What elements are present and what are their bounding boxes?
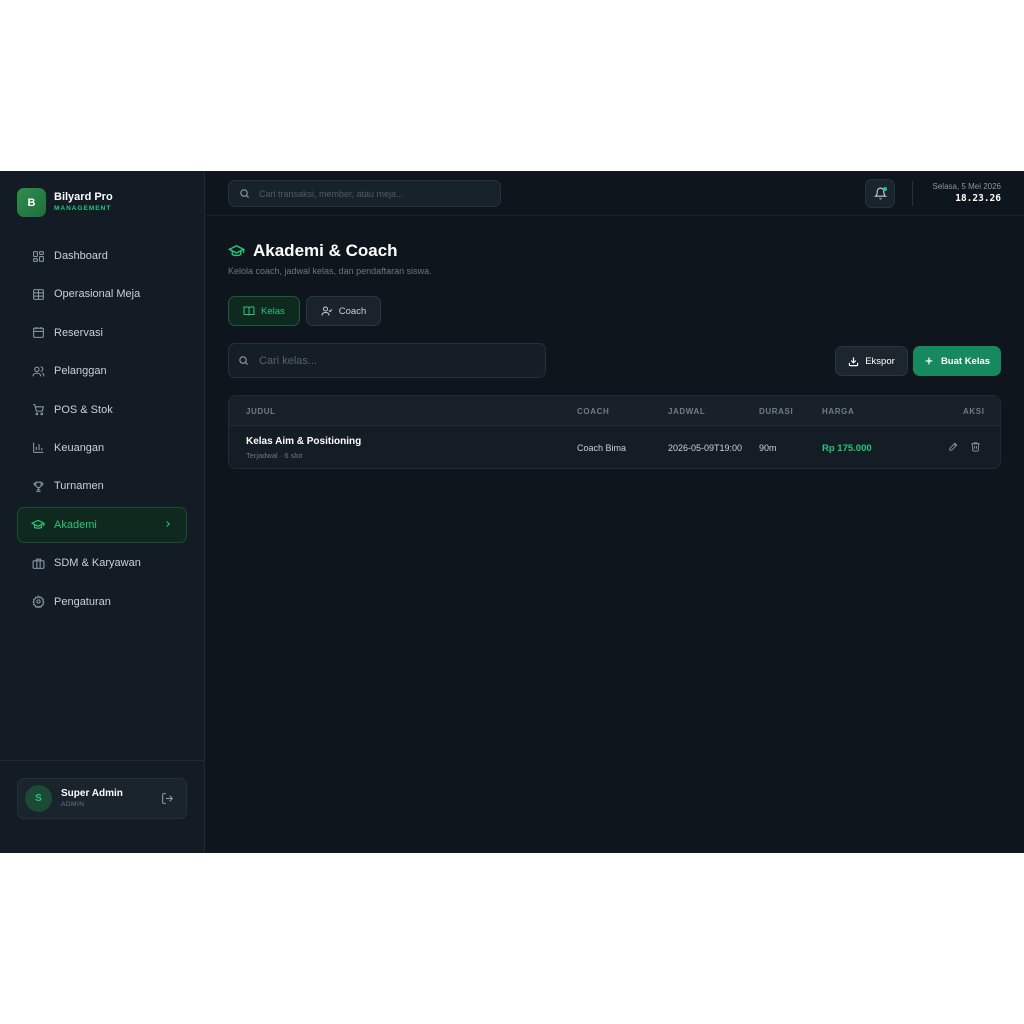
class-table: JUDUL COACH JADWAL DURASI HARGA AKSI Kel…	[228, 395, 1001, 469]
datetime: Selasa, 5 Mei 2026 18.23.26	[933, 181, 1002, 205]
current-date: Selasa, 5 Mei 2026	[932, 182, 1002, 191]
user-check-icon	[321, 305, 333, 317]
sidebar-item-label: Akademi	[54, 518, 97, 531]
class-coach: Coach Bima	[577, 443, 627, 453]
brand-logo: B	[17, 188, 46, 217]
column-header-aksi: AKSI	[963, 407, 985, 416]
global-search-input[interactable]	[259, 188, 479, 199]
sidebar-item-label: Pengaturan	[54, 595, 111, 608]
class-title: Kelas Aim & Positioning	[246, 436, 362, 447]
app-window: B Bilyard Pro MANAGEMENT Dashboard Opera…	[0, 171, 1024, 853]
sidebar-item-keuangan[interactable]: Keuangan	[17, 430, 187, 466]
class-status: Terjadwal · 6 slot	[246, 451, 303, 460]
users-icon	[31, 364, 45, 378]
topbar-divider	[912, 181, 913, 206]
user-name: Super Admin	[61, 787, 123, 799]
cart-icon	[31, 403, 45, 417]
notification-button[interactable]	[865, 179, 895, 208]
grid-icon	[31, 249, 45, 263]
sidebar-item-label: Operasional Meja	[54, 288, 141, 301]
avatar: S	[25, 785, 52, 812]
tab-label: Coach	[338, 305, 367, 317]
create-class-label: Buat Kelas	[940, 355, 991, 367]
sidebar: B Bilyard Pro MANAGEMENT Dashboard Opera…	[0, 171, 205, 853]
sidebar-footer: S Super Admin ADMIN	[0, 760, 204, 853]
column-header-coach[interactable]: COACH	[577, 407, 609, 416]
plus-icon	[924, 356, 934, 366]
calendar-icon	[31, 326, 45, 340]
graduation-cap-icon	[228, 243, 245, 260]
tab-bar: Kelas Coach	[228, 296, 387, 326]
current-time: 18.23.26	[955, 193, 1001, 204]
sidebar-item-turnamen[interactable]: Turnamen	[17, 468, 187, 504]
tab-coach[interactable]: Coach	[305, 296, 382, 326]
briefcase-icon	[31, 556, 45, 570]
export-label: Ekspor	[865, 355, 895, 367]
class-search-input[interactable]	[259, 354, 529, 367]
column-header-harga[interactable]: HARGA	[822, 407, 854, 416]
trash-icon[interactable]	[970, 441, 981, 452]
download-icon	[848, 356, 859, 367]
class-schedule: 2026-05-09T19:00	[668, 443, 743, 453]
logout-icon[interactable]	[161, 792, 174, 805]
class-price: Rp 175.000	[822, 443, 872, 454]
main-content: Selasa, 5 Mei 2026 18.23.26 Akademi & Co…	[205, 171, 1024, 853]
search-icon	[239, 188, 250, 199]
tab-label: Kelas	[261, 305, 285, 317]
sidebar-nav: Dashboard Operasional Meja Reservasi Pel…	[17, 238, 187, 622]
tab-kelas[interactable]: Kelas	[228, 296, 300, 326]
bar-chart-icon	[31, 441, 45, 455]
column-header-durasi[interactable]: DURASI	[759, 407, 793, 416]
notification-dot	[883, 187, 887, 191]
sidebar-item-pelanggan[interactable]: Pelanggan	[17, 353, 187, 389]
sidebar-item-operasional-meja[interactable]: Operasional Meja	[17, 276, 187, 312]
graduation-cap-icon	[31, 518, 45, 532]
export-button[interactable]: Ekspor	[835, 346, 908, 376]
table-icon	[31, 287, 45, 301]
page-heading: Akademi & Coach	[253, 241, 398, 260]
sidebar-item-label: SDM & Karyawan	[54, 557, 141, 570]
chevron-right-icon	[163, 519, 173, 529]
sidebar-item-pengaturan[interactable]: Pengaturan	[17, 584, 187, 620]
page-subtitle: Kelola coach, jadwal kelas, dan pendafta…	[228, 266, 432, 276]
gear-icon	[31, 595, 45, 609]
global-search[interactable]	[228, 180, 501, 207]
sidebar-item-pos-stok[interactable]: POS & Stok	[17, 392, 187, 428]
column-header-judul[interactable]: JUDUL	[246, 407, 276, 416]
topbar: Selasa, 5 Mei 2026 18.23.26	[205, 171, 1024, 216]
sidebar-item-reservasi[interactable]: Reservasi	[17, 315, 187, 351]
sidebar-item-label: POS & Stok	[54, 403, 113, 416]
page-title: Akademi & Coach	[228, 241, 398, 261]
edit-icon[interactable]	[948, 441, 959, 452]
sidebar-item-akademi[interactable]: Akademi	[17, 506, 187, 543]
sidebar-item-dashboard[interactable]: Dashboard	[17, 238, 187, 274]
sidebar-item-label: Keuangan	[54, 441, 105, 454]
book-open-icon	[243, 305, 255, 317]
sidebar-item-label: Dashboard	[54, 250, 108, 262]
table-row[interactable]: Kelas Aim & Positioning Terjadwal · 6 sl…	[229, 426, 1000, 468]
sidebar-item-label: Turnamen	[54, 480, 104, 493]
sidebar-item-sdm-karyawan[interactable]: SDM & Karyawan	[17, 545, 187, 581]
brand[interactable]: B Bilyard Pro MANAGEMENT	[17, 188, 113, 217]
create-class-button[interactable]: Buat Kelas	[913, 346, 1001, 376]
column-header-jadwal[interactable]: JADWAL	[668, 407, 705, 416]
brand-name: Bilyard Pro	[54, 191, 113, 203]
brand-subtitle: MANAGEMENT	[54, 205, 112, 212]
class-search[interactable]	[228, 343, 546, 378]
search-icon	[238, 355, 249, 366]
user-card[interactable]: S Super Admin ADMIN	[17, 778, 187, 819]
user-role: ADMIN	[61, 800, 85, 808]
trophy-icon	[31, 479, 45, 493]
table-header: JUDUL COACH JADWAL DURASI HARGA AKSI	[229, 396, 1000, 426]
sidebar-item-label: Reservasi	[54, 326, 103, 339]
sidebar-item-label: Pelanggan	[54, 365, 107, 378]
class-duration: 90m	[759, 443, 777, 453]
